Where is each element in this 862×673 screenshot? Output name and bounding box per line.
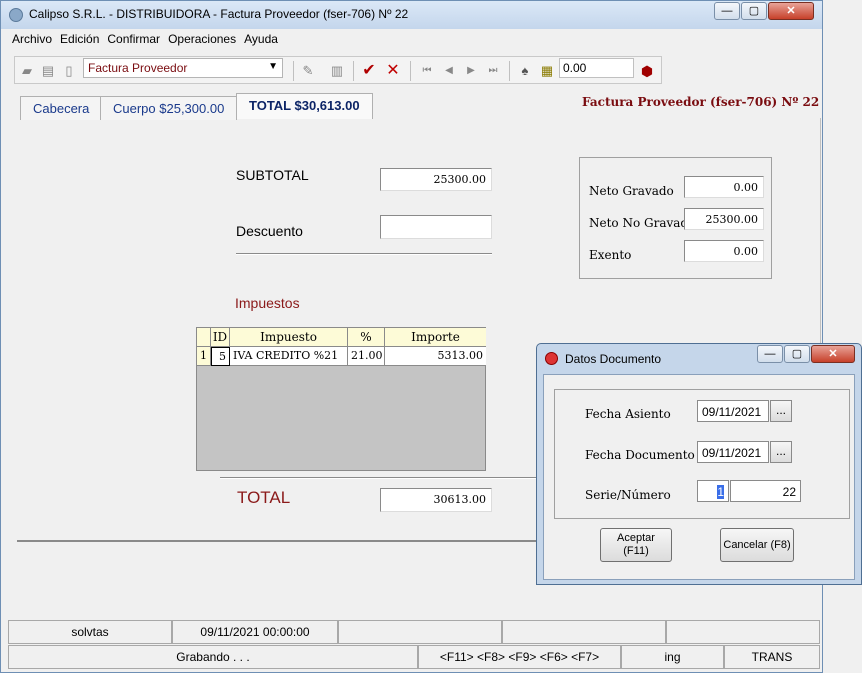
edit-pencil-icon[interactable]: ✎: [300, 63, 316, 79]
exento-field[interactable]: 0.00: [684, 240, 764, 262]
status-empty-3: [666, 620, 820, 644]
first-record-icon[interactable]: ⏮: [419, 63, 435, 79]
minimize-button[interactable]: —: [714, 2, 740, 20]
status-user: solvtas: [8, 620, 172, 644]
chevron-down-icon[interactable]: ▼: [268, 61, 278, 72]
dialog-title: Datos Documento: [565, 352, 662, 366]
impuestos-grid: ID Impuesto % Importe 1 5 IVA CREDITO %2…: [196, 327, 486, 471]
toolbar-separator: [410, 61, 411, 81]
toolbar-separator: [353, 61, 354, 81]
status-keys: <F11> <F8> <F9> <F6> <F7>: [418, 645, 621, 669]
fecha-asiento-picker-button[interactable]: ...: [770, 400, 792, 422]
grid-header-id[interactable]: ID: [211, 328, 230, 347]
status-lang: ing: [621, 645, 724, 669]
serie-numero-label: Serie/Número: [585, 488, 671, 502]
tab-total[interactable]: TOTAL $30,613.00: [236, 93, 373, 119]
divider: [236, 253, 492, 255]
dialog-minimize-button[interactable]: —: [757, 345, 783, 363]
grid-cell-id[interactable]: 5: [211, 347, 230, 366]
last-record-icon[interactable]: ⏭: [485, 63, 501, 79]
grid-header-importe[interactable]: Importe: [385, 328, 486, 347]
neto-no-gravado-label: Neto No Gravado: [589, 216, 696, 230]
fecha-documento-picker-button[interactable]: ...: [770, 441, 792, 463]
stamp-icon[interactable]: ♠: [517, 63, 533, 79]
window-title: Calipso S.R.L. - DISTRIBUIDORA - Factura…: [29, 7, 409, 21]
divider: [220, 477, 540, 479]
menu-confirmar[interactable]: Confirmar: [107, 32, 160, 46]
record-stop-icon[interactable]: ⬢: [639, 63, 655, 79]
exento-label: Exento: [589, 248, 632, 262]
impuestos-label: Impuestos: [235, 295, 300, 311]
document-type-select[interactable]: Factura Proveedor ▼: [83, 58, 283, 78]
subtotal-label: SUBTOTAL: [236, 167, 309, 183]
menu-ayuda[interactable]: Ayuda: [244, 32, 278, 46]
menu-operaciones[interactable]: Operaciones: [168, 32, 236, 46]
fecha-asiento-label: Fecha Asiento: [585, 407, 671, 421]
trash-icon[interactable]: ▥: [329, 63, 345, 79]
menu-bar: Archivo Edición Confirmar Operaciones Ayuda: [8, 32, 818, 52]
status-empty-2: [502, 620, 666, 644]
dialog-close-button[interactable]: ✕: [811, 345, 855, 363]
cancelar-button[interactable]: Cancelar (F8): [720, 528, 794, 562]
toolbar-separator: [509, 61, 510, 81]
total-label: TOTAL: [237, 488, 291, 507]
tab-cuerpo[interactable]: Cuerpo $25,300.00: [100, 96, 238, 120]
stop-icon: [545, 352, 558, 365]
tab-cabecera[interactable]: Cabecera: [20, 96, 103, 120]
total-field[interactable]: 30613.00: [380, 488, 492, 512]
grid-cell-importe[interactable]: 5313.00: [385, 347, 486, 366]
amount-field[interactable]: 0.00: [559, 58, 634, 78]
neto-gravado-field[interactable]: 0.00: [684, 176, 764, 198]
dialog-body: Fecha Asiento 09/11/2021 ... Fecha Docum…: [543, 374, 855, 580]
grid-header-impuesto[interactable]: Impuesto: [230, 328, 348, 347]
menu-archivo[interactable]: Archivo: [12, 32, 52, 46]
descuento-label: Descuento: [236, 223, 303, 239]
prev-record-icon[interactable]: ◀: [441, 63, 457, 79]
status-message: Grabando . . .: [8, 645, 418, 669]
calculator-icon[interactable]: ▦: [539, 63, 555, 79]
datos-documento-dialog: Datos Documento — ▢ ✕ Fecha Asiento 09/1…: [536, 343, 862, 585]
grid-row-number: 1: [197, 347, 211, 366]
print-icon[interactable]: ▤: [40, 63, 56, 79]
maximize-button[interactable]: ▢: [741, 2, 767, 20]
fecha-documento-field[interactable]: 09/11/2021: [697, 441, 769, 463]
neto-no-gravado-field[interactable]: 25300.00: [684, 208, 764, 230]
open-folder-icon[interactable]: ▰: [19, 63, 35, 79]
app-icon: [9, 8, 23, 22]
fecha-asiento-field[interactable]: 09/11/2021: [697, 400, 769, 422]
next-record-icon[interactable]: ▶: [463, 63, 479, 79]
dialog-maximize-button[interactable]: ▢: [784, 345, 810, 363]
grid-header-pct[interactable]: %: [348, 328, 385, 347]
grid-cell-impuesto[interactable]: IVA CREDITO %21: [230, 347, 348, 366]
descuento-field[interactable]: [380, 215, 492, 239]
status-empty-1: [338, 620, 502, 644]
menu-edicion[interactable]: Edición: [60, 32, 99, 46]
fecha-documento-label: Fecha Documento: [585, 448, 695, 462]
toolbar-separator: [293, 61, 294, 81]
title-bar: Calipso S.R.L. - DISTRIBUIDORA - Factura…: [1, 1, 822, 29]
document-header: Factura Proveedor (fser-706) Nº 22: [582, 95, 820, 109]
grid-cell-pct[interactable]: 21.00: [348, 347, 385, 366]
cancel-x-icon[interactable]: ✕: [385, 63, 401, 79]
neto-gravado-label: Neto Gravado: [589, 184, 674, 198]
aceptar-button[interactable]: Aceptar (F11): [600, 528, 672, 562]
grid-corner: [197, 328, 211, 347]
close-button[interactable]: ✕: [768, 2, 814, 20]
status-mode: TRANS: [724, 645, 820, 669]
new-document-icon[interactable]: ▯: [61, 63, 77, 79]
subtotal-field[interactable]: 25300.00: [380, 168, 492, 191]
serie-field[interactable]: 1: [697, 480, 729, 502]
numero-field[interactable]: 22: [730, 480, 801, 502]
status-datetime: 09/11/2021 00:00:00: [172, 620, 338, 644]
confirm-check-icon[interactable]: ✔: [361, 63, 377, 79]
